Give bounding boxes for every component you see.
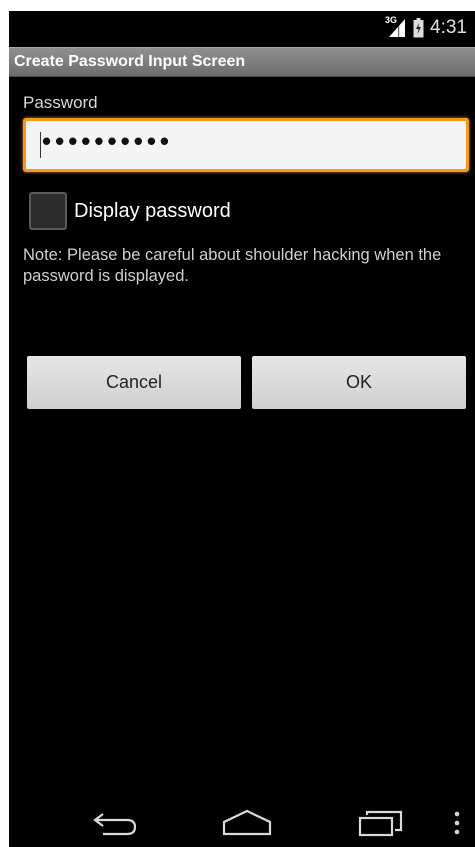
ok-button[interactable]: OK	[252, 356, 466, 409]
page-title: Create Password Input Screen	[14, 53, 246, 70]
shoulder-hacking-note: Note: Please be careful about shoulder h…	[23, 246, 442, 285]
status-bar: 3G 4:31	[9, 11, 475, 45]
back-icon[interactable]	[91, 810, 139, 838]
device-screen: 3G 4:31 Create Password Input Screen Pas…	[9, 11, 475, 847]
network-indicator: 3G	[385, 15, 407, 39]
status-clock: 4:31	[430, 17, 467, 38]
battery-icon	[413, 18, 424, 38]
password-value: ••••••••••	[42, 126, 174, 156]
recent-apps-icon[interactable]	[357, 809, 405, 837]
display-password-checkbox[interactable]	[29, 192, 67, 230]
title-bar: Create Password Input Screen	[9, 47, 475, 77]
menu-icon[interactable]	[453, 810, 461, 838]
text-caret	[40, 132, 41, 158]
password-label: Password	[23, 93, 98, 112]
cancel-button[interactable]: Cancel	[27, 356, 241, 409]
password-input[interactable]: ••••••••••	[23, 118, 469, 172]
display-password-label[interactable]: Display password	[74, 200, 231, 223]
navigation-bar	[9, 798, 475, 847]
home-icon[interactable]	[221, 808, 273, 836]
signal-icon	[389, 19, 406, 37]
